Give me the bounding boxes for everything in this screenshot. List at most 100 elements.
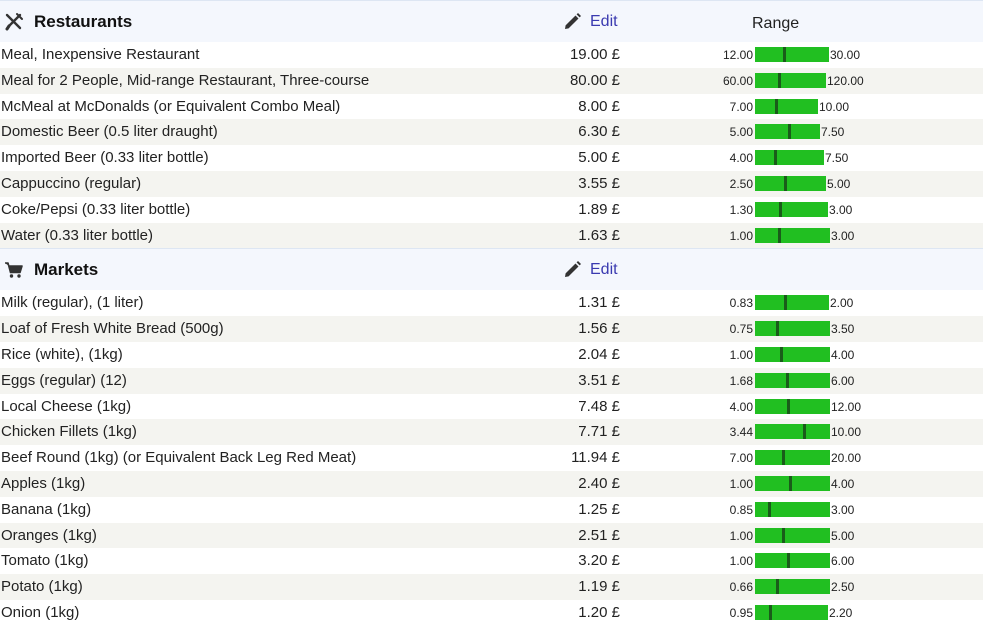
item-price: 7.48 £: [578, 397, 620, 415]
range-bar: [755, 527, 830, 543]
table-row: Local Cheese (1kg) 7.48 £ 4.00 12.00: [0, 394, 983, 420]
range-max: 3.50: [831, 322, 855, 337]
edit-link[interactable]: Edit: [562, 259, 618, 281]
table-row: Imported Beer (0.33 liter bottle) 5.00 £ 4…: [0, 145, 983, 171]
range-max: 7.50: [821, 125, 845, 140]
table-row: Chicken Fillets (1kg) 7.71 £ 3.44 10.00: [0, 419, 983, 446]
range-bar: [755, 475, 830, 491]
range-bar: [755, 227, 830, 243]
item-price: 1.56 £: [578, 320, 620, 338]
range-max: 3.00: [831, 502, 855, 517]
range-min: 0.95: [729, 605, 753, 620]
range-bar: [755, 98, 818, 114]
range-min: 0.66: [729, 580, 753, 595]
item-price: 3.51 £: [578, 371, 620, 389]
range-marker: [778, 227, 781, 243]
range-column-header: Range: [752, 15, 800, 32]
table-row: McMeal at McDonalds (or Equivalent Combo…: [0, 94, 983, 120]
table-row: Eggs (regular) (12) 3.51 £ 1.68 6.00: [0, 367, 983, 394]
range-min: 1.00: [729, 528, 753, 543]
range-marker: [784, 175, 787, 191]
range-bar: [755, 501, 830, 517]
table-row: Beef Round (1kg) (or Equivalent Back Leg…: [0, 445, 983, 471]
range-marker: [768, 501, 771, 517]
item-price: 1.20 £: [578, 603, 620, 621]
range-marker: [786, 372, 789, 388]
item-name: McMeal at McDonalds (or Equivalent Combo…: [1, 97, 341, 115]
section-title: Markets: [34, 260, 99, 280]
item-name: Tomato (1kg): [1, 552, 89, 570]
range-bar: [755, 124, 820, 140]
range-max: 3.00: [831, 228, 855, 243]
item-price: 7.71 £: [578, 423, 620, 441]
range-max: 2.50: [831, 580, 855, 595]
range-min: 1.00: [729, 554, 753, 569]
item-name: Chicken Fillets (1kg): [1, 423, 137, 441]
range-min: 4.00: [729, 151, 753, 166]
range-marker: [783, 47, 786, 62]
item-name: Local Cheese (1kg): [1, 397, 132, 415]
range-bar: [755, 321, 830, 337]
range-min: 1.30: [729, 202, 753, 217]
range-marker: [789, 475, 792, 491]
item-price: 3.55 £: [578, 174, 620, 192]
range-bar: [755, 72, 826, 88]
edit-label[interactable]: Edit: [590, 261, 618, 279]
item-name: Imported Beer (0.33 liter bottle): [1, 149, 209, 167]
item-name: Coke/Pepsi (0.33 liter bottle): [1, 200, 191, 218]
range-max: 5.00: [831, 528, 855, 543]
range-min: 0.85: [729, 502, 753, 517]
range-min: 12.00: [722, 48, 753, 62]
table-row: Onion (1kg) 1.20 £ 0.95 2.20: [0, 600, 983, 626]
item-price: 2.51 £: [578, 526, 620, 544]
range-marker: [784, 295, 787, 311]
range-max: 10.00: [831, 425, 862, 440]
range-min: 4.00: [729, 399, 753, 414]
table-row: Loaf of Fresh White Bread (500g) 1.56 £ 0.…: [0, 316, 983, 342]
range-max: 6.00: [831, 373, 855, 388]
item-name: Loaf of Fresh White Bread (500g): [1, 320, 224, 338]
range-bar: [755, 450, 830, 466]
table-row: Milk (regular), (1 liter) 1.31 £ 0.83 2.00: [0, 290, 983, 316]
range-min: 7.00: [729, 451, 753, 466]
item-price: 80.00 £: [569, 71, 620, 89]
edit-label[interactable]: Edit: [590, 13, 618, 31]
range-max: 2.00: [830, 296, 854, 311]
range-bar: [755, 346, 830, 362]
edit-link[interactable]: Edit: [562, 11, 618, 33]
range-min: 0.83: [729, 296, 753, 311]
range-marker: [788, 124, 791, 140]
range-min: 3.44: [729, 425, 753, 440]
range-bar: [755, 201, 828, 217]
range-bar: [755, 424, 830, 440]
range-max: 5.00: [827, 176, 851, 191]
table-row: Meal for 2 People, Mid-range Restaurant,…: [0, 67, 983, 94]
range-max: 20.00: [831, 451, 862, 466]
shopping-cart-icon: [4, 260, 24, 280]
item-name: Apples (1kg): [1, 474, 86, 492]
item-price: 2.40 £: [578, 474, 620, 492]
range-max: 7.50: [825, 151, 849, 166]
range-min: 0.75: [729, 322, 753, 337]
range-marker: [774, 150, 777, 166]
range-max: 30.00: [830, 48, 861, 62]
range-min: 1.00: [729, 347, 753, 362]
item-price: 1.31 £: [578, 294, 620, 312]
section-title: Restaurants: [34, 12, 133, 31]
range-marker: [779, 201, 782, 217]
pencil-icon[interactable]: [562, 260, 590, 280]
range-marker: [782, 527, 785, 543]
range-min: 2.50: [729, 176, 753, 191]
item-price: 1.25 £: [578, 500, 620, 518]
range-min: 7.00: [729, 99, 753, 114]
item-price: 6.30 £: [578, 123, 620, 141]
pencil-icon[interactable]: [562, 12, 590, 32]
table-row: Tomato (1kg) 3.20 £ 1.00 6.00: [0, 548, 983, 574]
range-min: 1.00: [729, 228, 753, 243]
range-max: 4.00: [831, 476, 855, 491]
range-max: 2.20: [829, 605, 853, 620]
table-row: Coke/Pepsi (0.33 liter bottle) 1.89 £ 1.30…: [0, 197, 983, 223]
range-max: 12.00: [831, 399, 862, 414]
item-name: Beef Round (1kg) (or Equivalent Back Leg…: [1, 449, 357, 467]
item-name: Banana (1kg): [1, 500, 92, 518]
